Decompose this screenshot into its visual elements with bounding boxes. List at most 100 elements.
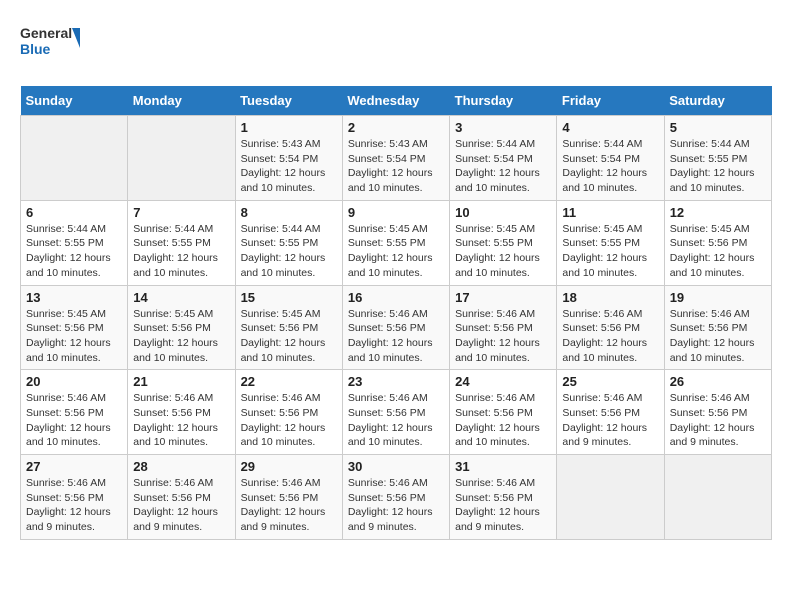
- day-detail: Sunrise: 5:46 AMSunset: 5:56 PMDaylight:…: [670, 307, 766, 366]
- calendar-table: SundayMondayTuesdayWednesdayThursdayFrid…: [20, 86, 772, 540]
- day-of-week-header: Thursday: [450, 86, 557, 116]
- day-number: 14: [133, 290, 229, 305]
- day-detail: Sunrise: 5:44 AMSunset: 5:54 PMDaylight:…: [455, 137, 551, 196]
- logo: General Blue: [20, 20, 80, 70]
- calendar-cell: 28 Sunrise: 5:46 AMSunset: 5:56 PMDayligh…: [128, 455, 235, 540]
- day-number: 23: [348, 374, 444, 389]
- calendar-cell: 30 Sunrise: 5:46 AMSunset: 5:56 PMDayligh…: [342, 455, 449, 540]
- day-detail: Sunrise: 5:46 AMSunset: 5:56 PMDaylight:…: [348, 307, 444, 366]
- calendar-cell: 26 Sunrise: 5:46 AMSunset: 5:56 PMDayligh…: [664, 370, 771, 455]
- day-number: 31: [455, 459, 551, 474]
- calendar-cell: 27Sunrise: 5:46 AMSunset: 5:56 PMDayligh…: [21, 455, 128, 540]
- day-detail: Sunrise: 5:45 AMSunset: 5:56 PMDaylight:…: [241, 307, 337, 366]
- svg-text:General: General: [20, 25, 72, 41]
- day-detail: Sunrise: 5:46 AMSunset: 5:56 PMDaylight:…: [348, 391, 444, 450]
- day-number: 5: [670, 120, 766, 135]
- day-number: 16: [348, 290, 444, 305]
- logo-block: General Blue: [20, 20, 80, 70]
- day-detail: Sunrise: 5:45 AMSunset: 5:56 PMDaylight:…: [133, 307, 229, 366]
- day-detail: Sunrise: 5:43 AMSunset: 5:54 PMDaylight:…: [348, 137, 444, 196]
- page-header: General Blue: [20, 20, 772, 70]
- day-number: 17: [455, 290, 551, 305]
- day-detail: Sunrise: 5:46 AMSunset: 5:56 PMDaylight:…: [670, 391, 766, 450]
- day-detail: Sunrise: 5:46 AMSunset: 5:56 PMDaylight:…: [455, 391, 551, 450]
- calendar-cell: 14 Sunrise: 5:45 AMSunset: 5:56 PMDayligh…: [128, 285, 235, 370]
- day-detail: Sunrise: 5:44 AMSunset: 5:55 PMDaylight:…: [133, 222, 229, 281]
- day-detail: Sunrise: 5:45 AMSunset: 5:56 PMDaylight:…: [26, 307, 122, 366]
- calendar-cell: 7Sunrise: 5:44 AMSunset: 5:55 PMDaylight…: [128, 200, 235, 285]
- day-detail: Sunrise: 5:46 AMSunset: 5:56 PMDaylight:…: [133, 391, 229, 450]
- day-number: 4: [562, 120, 658, 135]
- calendar-week-row: 1Sunrise: 5:43 AMSunset: 5:54 PMDaylight…: [21, 116, 772, 201]
- day-detail: Sunrise: 5:43 AMSunset: 5:54 PMDaylight:…: [241, 137, 337, 196]
- calendar-cell: 11 Sunrise: 5:45 AMSunset: 5:55 PMDayligh…: [557, 200, 664, 285]
- day-number: 18: [562, 290, 658, 305]
- day-detail: Sunrise: 5:46 AMSunset: 5:56 PMDaylight:…: [241, 476, 337, 535]
- day-of-week-header: Monday: [128, 86, 235, 116]
- calendar-cell: 16 Sunrise: 5:46 AMSunset: 5:56 PMDayligh…: [342, 285, 449, 370]
- day-number: 22: [241, 374, 337, 389]
- calendar-cell: 15 Sunrise: 5:45 AMSunset: 5:56 PMDayligh…: [235, 285, 342, 370]
- day-number: 13: [26, 290, 122, 305]
- calendar-cell: 8Sunrise: 5:44 AMSunset: 5:55 PMDaylight…: [235, 200, 342, 285]
- day-detail: Sunrise: 5:46 AMSunset: 5:56 PMDaylight:…: [26, 476, 122, 535]
- day-number: 20: [26, 374, 122, 389]
- day-number: 11: [562, 205, 658, 220]
- calendar-cell: 12Sunrise: 5:45 AMSunset: 5:56 PMDayligh…: [664, 200, 771, 285]
- calendar-cell: 4 Sunrise: 5:44 AMSunset: 5:54 PMDaylight…: [557, 116, 664, 201]
- day-number: 15: [241, 290, 337, 305]
- day-detail: Sunrise: 5:45 AMSunset: 5:56 PMDaylight:…: [670, 222, 766, 281]
- calendar-cell: 6 Sunrise: 5:44 AMSunset: 5:55 PMDaylight…: [21, 200, 128, 285]
- day-number: 24: [455, 374, 551, 389]
- calendar-cell: [21, 116, 128, 201]
- day-number: 3: [455, 120, 551, 135]
- day-number: 6: [26, 205, 122, 220]
- calendar-cell: 22Sunrise: 5:46 AMSunset: 5:56 PMDayligh…: [235, 370, 342, 455]
- logo-icon: General Blue: [20, 20, 80, 65]
- day-detail: Sunrise: 5:46 AMSunset: 5:56 PMDaylight:…: [348, 476, 444, 535]
- day-number: 8: [241, 205, 337, 220]
- calendar-cell: 21 Sunrise: 5:46 AMSunset: 5:56 PMDayligh…: [128, 370, 235, 455]
- day-detail: Sunrise: 5:46 AMSunset: 5:56 PMDaylight:…: [133, 476, 229, 535]
- calendar-cell: 10 Sunrise: 5:45 AMSunset: 5:55 PMDayligh…: [450, 200, 557, 285]
- calendar-cell: 17 Sunrise: 5:46 AMSunset: 5:56 PMDayligh…: [450, 285, 557, 370]
- day-number: 26: [670, 374, 766, 389]
- day-number: 28: [133, 459, 229, 474]
- day-detail: Sunrise: 5:45 AMSunset: 5:55 PMDaylight:…: [562, 222, 658, 281]
- calendar-cell: [557, 455, 664, 540]
- calendar-cell: 9 Sunrise: 5:45 AMSunset: 5:55 PMDaylight…: [342, 200, 449, 285]
- day-detail: Sunrise: 5:45 AMSunset: 5:55 PMDaylight:…: [348, 222, 444, 281]
- day-detail: Sunrise: 5:46 AMSunset: 5:56 PMDaylight:…: [562, 391, 658, 450]
- day-detail: Sunrise: 5:46 AMSunset: 5:56 PMDaylight:…: [455, 307, 551, 366]
- day-number: 19: [670, 290, 766, 305]
- calendar-cell: 3 Sunrise: 5:44 AMSunset: 5:54 PMDaylight…: [450, 116, 557, 201]
- day-number: 21: [133, 374, 229, 389]
- calendar-cell: 23 Sunrise: 5:46 AMSunset: 5:56 PMDayligh…: [342, 370, 449, 455]
- day-detail: Sunrise: 5:46 AMSunset: 5:56 PMDaylight:…: [26, 391, 122, 450]
- day-detail: Sunrise: 5:44 AMSunset: 5:54 PMDaylight:…: [562, 137, 658, 196]
- day-detail: Sunrise: 5:44 AMSunset: 5:55 PMDaylight:…: [26, 222, 122, 281]
- calendar-cell: [664, 455, 771, 540]
- calendar-cell: 31Sunrise: 5:46 AMSunset: 5:56 PMDayligh…: [450, 455, 557, 540]
- calendar-week-row: 20 Sunrise: 5:46 AMSunset: 5:56 PMDayligh…: [21, 370, 772, 455]
- calendar-cell: 25Sunrise: 5:46 AMSunset: 5:56 PMDayligh…: [557, 370, 664, 455]
- day-of-week-header: Tuesday: [235, 86, 342, 116]
- svg-text:Blue: Blue: [20, 41, 51, 57]
- day-number: 10: [455, 205, 551, 220]
- calendar-cell: 19 Sunrise: 5:46 AMSunset: 5:56 PMDayligh…: [664, 285, 771, 370]
- calendar-cell: 24 Sunrise: 5:46 AMSunset: 5:56 PMDayligh…: [450, 370, 557, 455]
- day-number: 30: [348, 459, 444, 474]
- calendar-cell: 2 Sunrise: 5:43 AMSunset: 5:54 PMDaylight…: [342, 116, 449, 201]
- day-detail: Sunrise: 5:45 AMSunset: 5:55 PMDaylight:…: [455, 222, 551, 281]
- calendar-cell: 5 Sunrise: 5:44 AMSunset: 5:55 PMDaylight…: [664, 116, 771, 201]
- day-number: 9: [348, 205, 444, 220]
- day-of-week-header: Friday: [557, 86, 664, 116]
- calendar-week-row: 6 Sunrise: 5:44 AMSunset: 5:55 PMDaylight…: [21, 200, 772, 285]
- calendar-header-row: SundayMondayTuesdayWednesdayThursdayFrid…: [21, 86, 772, 116]
- day-number: 29: [241, 459, 337, 474]
- day-detail: Sunrise: 5:44 AMSunset: 5:55 PMDaylight:…: [670, 137, 766, 196]
- day-detail: Sunrise: 5:46 AMSunset: 5:56 PMDaylight:…: [562, 307, 658, 366]
- calendar-week-row: 27Sunrise: 5:46 AMSunset: 5:56 PMDayligh…: [21, 455, 772, 540]
- calendar-cell: [128, 116, 235, 201]
- day-number: 2: [348, 120, 444, 135]
